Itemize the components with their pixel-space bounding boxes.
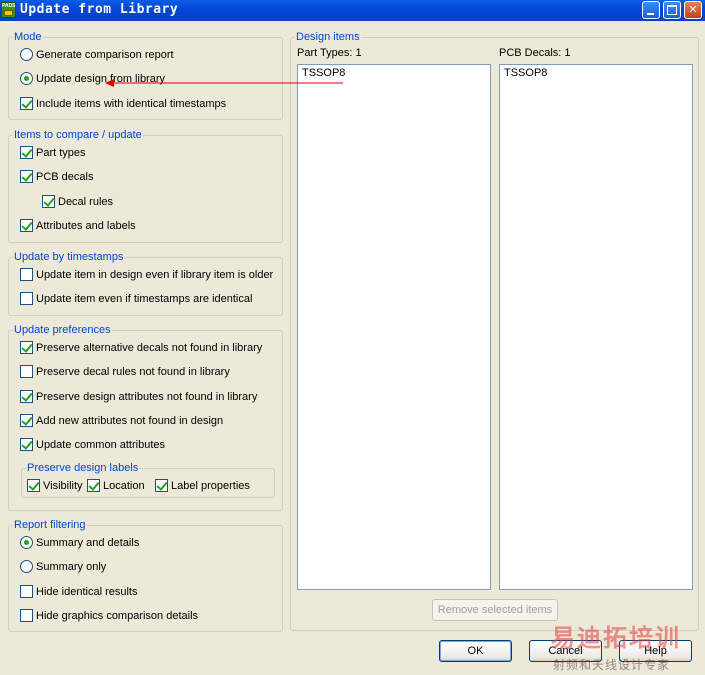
- visibility-label: Visibility: [43, 479, 83, 492]
- window-title: Update from Library: [20, 2, 179, 17]
- ok-button[interactable]: OK: [439, 640, 512, 662]
- summary-details-radio[interactable]: Summary and details: [20, 536, 139, 549]
- add-new-attrs-checkbox[interactable]: Add new attributes not found in design: [20, 414, 223, 427]
- checkbox[interactable]: [20, 390, 33, 403]
- close-icon: ✕: [688, 4, 698, 16]
- decal-rules-checkbox[interactable]: Decal rules: [42, 195, 113, 208]
- update-identical-checkbox[interactable]: Update item even if timestamps are ident…: [20, 292, 252, 305]
- compare-legend: Items to compare / update: [14, 129, 142, 141]
- update-identical-label: Update item even if timestamps are ident…: [36, 292, 253, 305]
- hide-graphics-label: Hide graphics comparison details: [36, 609, 199, 622]
- location-label: Location: [103, 479, 145, 492]
- list-item[interactable]: TSSOP8: [504, 67, 547, 79]
- minimize-icon: [647, 13, 654, 15]
- pads-app-icon: PADS: [1, 2, 16, 18]
- attributes-labels-checkbox[interactable]: Attributes and labels: [20, 219, 136, 232]
- update-common-attrs-label: Update common attributes: [36, 438, 166, 451]
- hide-identical-checkbox[interactable]: Hide identical results: [20, 585, 138, 598]
- preserve-decal-rules-label: Preserve decal rules not found in librar…: [36, 365, 230, 378]
- summary-only-radio[interactable]: Summary only: [20, 560, 106, 573]
- visibility-checkbox[interactable]: Visibility: [27, 479, 83, 492]
- title-bar[interactable]: PADS Update from Library ✕: [0, 0, 705, 21]
- checkbox[interactable]: [20, 438, 33, 451]
- list-item[interactable]: TSSOP8: [302, 67, 345, 79]
- checkbox[interactable]: [20, 414, 33, 427]
- minimize-button[interactable]: [642, 1, 660, 19]
- checkbox[interactable]: [20, 365, 33, 378]
- update-common-attrs-checkbox[interactable]: Update common attributes: [20, 438, 165, 451]
- pcb-decals-checkbox[interactable]: PCB decals: [20, 170, 93, 183]
- pcb-decals-list[interactable]: TSSOP8: [499, 64, 693, 590]
- preserve-labels-legend: Preserve design labels: [27, 462, 139, 474]
- add-new-attrs-label: Add new attributes not found in design: [36, 414, 224, 427]
- summary-only-label: Summary only: [36, 560, 107, 573]
- hide-graphics-checkbox[interactable]: Hide graphics comparison details: [20, 609, 198, 622]
- part-types-checkbox[interactable]: Part types: [20, 146, 86, 159]
- checkbox[interactable]: [87, 479, 100, 492]
- watermark-logo-text: 易迪拓培训: [551, 624, 681, 652]
- checkbox[interactable]: [20, 585, 33, 598]
- hide-identical-label: Hide identical results: [36, 585, 138, 598]
- report-legend: Report filtering: [14, 519, 86, 531]
- pcb-decals-header: PCB Decals: 1: [499, 47, 571, 59]
- update-design-radio[interactable]: Update design from library: [20, 72, 165, 85]
- preserve-design-attrs-label: Preserve design attributes not found in …: [36, 390, 258, 403]
- maximize-button[interactable]: [663, 1, 681, 19]
- checkbox[interactable]: [20, 219, 33, 232]
- location-checkbox[interactable]: Location: [87, 479, 145, 492]
- update-design-label: Update design from library: [36, 72, 166, 85]
- radio-button[interactable]: [20, 48, 33, 61]
- radio-button[interactable]: [20, 536, 33, 549]
- design-items-legend: Design items: [296, 31, 360, 43]
- mode-legend: Mode: [14, 31, 42, 43]
- checkbox[interactable]: [20, 97, 33, 110]
- label-properties-label: Label properties: [171, 479, 250, 492]
- checkbox[interactable]: [27, 479, 40, 492]
- watermark-tagline: 射频和天线设计专家: [553, 658, 671, 672]
- attributes-labels-label: Attributes and labels: [36, 219, 136, 232]
- preserve-alt-decals-label: Preserve alternative decals not found in…: [36, 341, 263, 354]
- checkbox[interactable]: [20, 268, 33, 281]
- summary-details-label: Summary and details: [36, 536, 140, 549]
- preferences-legend: Update preferences: [14, 324, 111, 336]
- remove-selected-button[interactable]: Remove selected items: [432, 599, 558, 621]
- pcb-decals-label: PCB decals: [36, 170, 94, 183]
- part-types-list[interactable]: TSSOP8: [297, 64, 491, 590]
- close-button[interactable]: ✕: [684, 1, 702, 19]
- maximize-icon: [667, 5, 677, 15]
- checkbox[interactable]: [20, 609, 33, 622]
- generate-report-radio[interactable]: Generate comparison report: [20, 48, 174, 61]
- update-older-label: Update item in design even if library it…: [36, 268, 274, 281]
- label-properties-checkbox[interactable]: Label properties: [155, 479, 250, 492]
- timestamps-group: Update by timestamps: [8, 251, 283, 316]
- checkbox[interactable]: [155, 479, 168, 492]
- app-icon-text: PADS: [2, 3, 16, 9]
- checkbox[interactable]: [20, 146, 33, 159]
- part-types-header: Part Types: 1: [297, 47, 362, 59]
- preserve-alt-decals-checkbox[interactable]: Preserve alternative decals not found in…: [20, 341, 262, 354]
- include-identical-label: Include items with identical timestamps: [36, 97, 227, 110]
- update-older-checkbox[interactable]: Update item in design even if library it…: [20, 268, 273, 281]
- checkbox[interactable]: [42, 195, 55, 208]
- timestamps-legend: Update by timestamps: [14, 251, 124, 263]
- checkbox[interactable]: [20, 341, 33, 354]
- checkbox[interactable]: [20, 170, 33, 183]
- generate-report-label: Generate comparison report: [36, 48, 174, 61]
- part-types-label: Part types: [36, 146, 86, 159]
- preserve-decal-rules-checkbox[interactable]: Preserve decal rules not found in librar…: [20, 365, 230, 378]
- checkbox[interactable]: [20, 292, 33, 305]
- preserve-design-attrs-checkbox[interactable]: Preserve design attributes not found in …: [20, 390, 257, 403]
- decal-rules-label: Decal rules: [58, 195, 114, 208]
- radio-button[interactable]: [20, 72, 33, 85]
- radio-button[interactable]: [20, 560, 33, 573]
- include-identical-checkbox[interactable]: Include items with identical timestamps: [20, 97, 226, 110]
